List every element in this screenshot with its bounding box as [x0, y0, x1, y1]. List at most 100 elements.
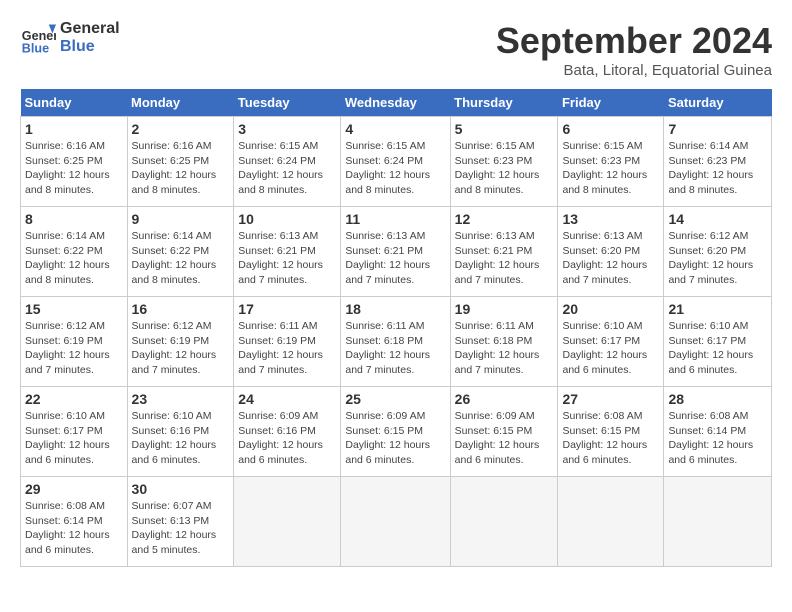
day-of-week-header: Saturday	[664, 89, 772, 117]
day-info: Sunrise: 6:13 AM Sunset: 6:20 PM Dayligh…	[562, 229, 659, 288]
day-info: Sunrise: 6:07 AM Sunset: 6:13 PM Dayligh…	[132, 499, 230, 558]
calendar-day-cell	[450, 477, 558, 567]
title-area: September 2024 Bata, Litoral, Equatorial…	[496, 20, 772, 79]
day-number: 5	[455, 121, 554, 137]
day-number: 10	[238, 211, 336, 227]
day-info: Sunrise: 6:16 AM Sunset: 6:25 PM Dayligh…	[132, 139, 230, 198]
day-number: 21	[668, 301, 767, 317]
day-number: 12	[455, 211, 554, 227]
location-subtitle: Bata, Litoral, Equatorial Guinea	[496, 62, 772, 79]
day-info: Sunrise: 6:12 AM Sunset: 6:19 PM Dayligh…	[132, 319, 230, 378]
month-title: September 2024	[496, 20, 772, 62]
day-number: 23	[132, 391, 230, 407]
day-info: Sunrise: 6:11 AM Sunset: 6:19 PM Dayligh…	[238, 319, 336, 378]
calendar-day-cell: 3 Sunrise: 6:15 AM Sunset: 6:24 PM Dayli…	[234, 117, 341, 207]
calendar-day-cell	[234, 477, 341, 567]
calendar-day-cell: 2 Sunrise: 6:16 AM Sunset: 6:25 PM Dayli…	[127, 117, 234, 207]
calendar-day-cell: 1 Sunrise: 6:16 AM Sunset: 6:25 PM Dayli…	[21, 117, 128, 207]
calendar-week-row: 8 Sunrise: 6:14 AM Sunset: 6:22 PM Dayli…	[21, 207, 772, 297]
day-number: 13	[562, 211, 659, 227]
day-number: 28	[668, 391, 767, 407]
calendar-day-cell: 5 Sunrise: 6:15 AM Sunset: 6:23 PM Dayli…	[450, 117, 558, 207]
calendar-day-cell: 15 Sunrise: 6:12 AM Sunset: 6:19 PM Dayl…	[21, 297, 128, 387]
day-info: Sunrise: 6:08 AM Sunset: 6:14 PM Dayligh…	[668, 409, 767, 468]
calendar-day-cell: 27 Sunrise: 6:08 AM Sunset: 6:15 PM Dayl…	[558, 387, 664, 477]
calendar-day-cell: 17 Sunrise: 6:11 AM Sunset: 6:19 PM Dayl…	[234, 297, 341, 387]
day-number: 11	[345, 211, 445, 227]
day-of-week-header: Tuesday	[234, 89, 341, 117]
day-info: Sunrise: 6:13 AM Sunset: 6:21 PM Dayligh…	[238, 229, 336, 288]
calendar-day-cell	[664, 477, 772, 567]
day-number: 3	[238, 121, 336, 137]
day-number: 22	[25, 391, 123, 407]
calendar-week-row: 22 Sunrise: 6:10 AM Sunset: 6:17 PM Dayl…	[21, 387, 772, 477]
calendar-week-row: 15 Sunrise: 6:12 AM Sunset: 6:19 PM Dayl…	[21, 297, 772, 387]
calendar-day-cell: 9 Sunrise: 6:14 AM Sunset: 6:22 PM Dayli…	[127, 207, 234, 297]
calendar-day-cell	[341, 477, 450, 567]
day-info: Sunrise: 6:14 AM Sunset: 6:23 PM Dayligh…	[668, 139, 767, 198]
calendar-day-cell: 26 Sunrise: 6:09 AM Sunset: 6:15 PM Dayl…	[450, 387, 558, 477]
calendar-table: SundayMondayTuesdayWednesdayThursdayFrid…	[20, 89, 772, 567]
day-info: Sunrise: 6:12 AM Sunset: 6:19 PM Dayligh…	[25, 319, 123, 378]
calendar-day-cell: 28 Sunrise: 6:08 AM Sunset: 6:14 PM Dayl…	[664, 387, 772, 477]
calendar-day-cell: 11 Sunrise: 6:13 AM Sunset: 6:21 PM Dayl…	[341, 207, 450, 297]
calendar-day-cell	[558, 477, 664, 567]
day-info: Sunrise: 6:14 AM Sunset: 6:22 PM Dayligh…	[132, 229, 230, 288]
calendar-day-cell: 22 Sunrise: 6:10 AM Sunset: 6:17 PM Dayl…	[21, 387, 128, 477]
day-of-week-header: Friday	[558, 89, 664, 117]
day-number: 9	[132, 211, 230, 227]
page-header: General Blue General Blue September 2024…	[20, 20, 772, 79]
day-of-week-header: Monday	[127, 89, 234, 117]
day-info: Sunrise: 6:15 AM Sunset: 6:24 PM Dayligh…	[345, 139, 445, 198]
day-number: 30	[132, 481, 230, 497]
day-info: Sunrise: 6:10 AM Sunset: 6:17 PM Dayligh…	[562, 319, 659, 378]
calendar-day-cell: 18 Sunrise: 6:11 AM Sunset: 6:18 PM Dayl…	[341, 297, 450, 387]
day-number: 8	[25, 211, 123, 227]
day-number: 6	[562, 121, 659, 137]
day-info: Sunrise: 6:09 AM Sunset: 6:15 PM Dayligh…	[455, 409, 554, 468]
day-info: Sunrise: 6:14 AM Sunset: 6:22 PM Dayligh…	[25, 229, 123, 288]
day-info: Sunrise: 6:08 AM Sunset: 6:14 PM Dayligh…	[25, 499, 123, 558]
calendar-day-cell: 8 Sunrise: 6:14 AM Sunset: 6:22 PM Dayli…	[21, 207, 128, 297]
day-info: Sunrise: 6:15 AM Sunset: 6:24 PM Dayligh…	[238, 139, 336, 198]
day-number: 7	[668, 121, 767, 137]
day-info: Sunrise: 6:16 AM Sunset: 6:25 PM Dayligh…	[25, 139, 123, 198]
day-number: 19	[455, 301, 554, 317]
day-number: 4	[345, 121, 445, 137]
day-number: 1	[25, 121, 123, 137]
day-number: 18	[345, 301, 445, 317]
calendar-day-cell: 20 Sunrise: 6:10 AM Sunset: 6:17 PM Dayl…	[558, 297, 664, 387]
day-info: Sunrise: 6:12 AM Sunset: 6:20 PM Dayligh…	[668, 229, 767, 288]
calendar-day-cell: 7 Sunrise: 6:14 AM Sunset: 6:23 PM Dayli…	[664, 117, 772, 207]
logo-line2: Blue	[60, 38, 120, 56]
calendar-day-cell: 4 Sunrise: 6:15 AM Sunset: 6:24 PM Dayli…	[341, 117, 450, 207]
day-number: 20	[562, 301, 659, 317]
calendar-day-cell: 23 Sunrise: 6:10 AM Sunset: 6:16 PM Dayl…	[127, 387, 234, 477]
day-info: Sunrise: 6:13 AM Sunset: 6:21 PM Dayligh…	[345, 229, 445, 288]
day-info: Sunrise: 6:10 AM Sunset: 6:17 PM Dayligh…	[25, 409, 123, 468]
day-number: 24	[238, 391, 336, 407]
day-number: 27	[562, 391, 659, 407]
day-info: Sunrise: 6:11 AM Sunset: 6:18 PM Dayligh…	[345, 319, 445, 378]
day-number: 26	[455, 391, 554, 407]
day-info: Sunrise: 6:15 AM Sunset: 6:23 PM Dayligh…	[562, 139, 659, 198]
day-number: 15	[25, 301, 123, 317]
day-number: 2	[132, 121, 230, 137]
day-info: Sunrise: 6:13 AM Sunset: 6:21 PM Dayligh…	[455, 229, 554, 288]
day-info: Sunrise: 6:09 AM Sunset: 6:16 PM Dayligh…	[238, 409, 336, 468]
logo-line1: General	[60, 20, 120, 38]
calendar-day-cell: 10 Sunrise: 6:13 AM Sunset: 6:21 PM Dayl…	[234, 207, 341, 297]
calendar-day-cell: 21 Sunrise: 6:10 AM Sunset: 6:17 PM Dayl…	[664, 297, 772, 387]
day-info: Sunrise: 6:08 AM Sunset: 6:15 PM Dayligh…	[562, 409, 659, 468]
calendar-day-cell: 14 Sunrise: 6:12 AM Sunset: 6:20 PM Dayl…	[664, 207, 772, 297]
day-number: 14	[668, 211, 767, 227]
calendar-day-cell: 16 Sunrise: 6:12 AM Sunset: 6:19 PM Dayl…	[127, 297, 234, 387]
calendar-day-cell: 30 Sunrise: 6:07 AM Sunset: 6:13 PM Dayl…	[127, 477, 234, 567]
day-of-week-header: Thursday	[450, 89, 558, 117]
svg-text:Blue: Blue	[22, 41, 49, 55]
calendar-day-cell: 13 Sunrise: 6:13 AM Sunset: 6:20 PM Dayl…	[558, 207, 664, 297]
day-number: 25	[345, 391, 445, 407]
calendar-day-cell: 6 Sunrise: 6:15 AM Sunset: 6:23 PM Dayli…	[558, 117, 664, 207]
day-number: 17	[238, 301, 336, 317]
calendar-day-cell: 29 Sunrise: 6:08 AM Sunset: 6:14 PM Dayl…	[21, 477, 128, 567]
